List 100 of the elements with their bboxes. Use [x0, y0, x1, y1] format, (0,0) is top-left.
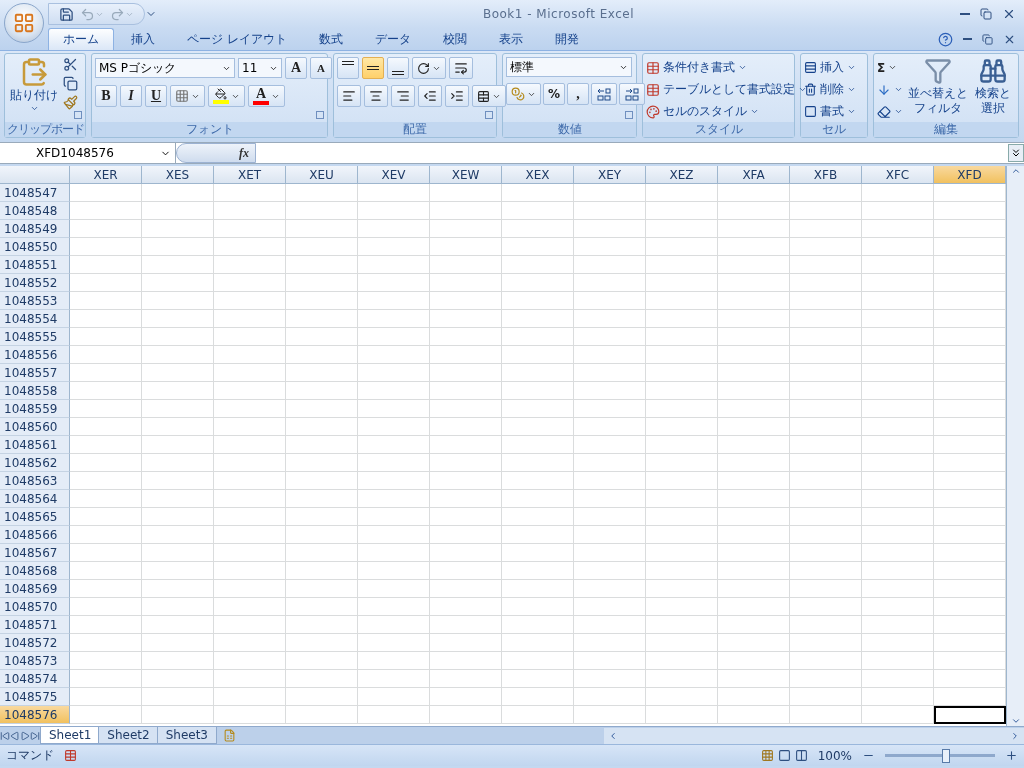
sheet-cell[interactable]: [790, 418, 862, 436]
save-button[interactable]: [59, 6, 74, 22]
sheet-cell[interactable]: [574, 526, 646, 544]
sheet-cell[interactable]: [862, 328, 934, 346]
sheet-cell[interactable]: [862, 274, 934, 292]
sheet-cell[interactable]: [142, 634, 214, 652]
ribbon-tab[interactable]: データ: [359, 28, 426, 50]
row-header[interactable]: 1048554: [0, 310, 70, 328]
sheet-cell[interactable]: [502, 688, 574, 706]
column-header[interactable]: XEX: [502, 166, 574, 184]
sheet-cell[interactable]: [214, 382, 286, 400]
insert-sheet-button[interactable]: [223, 729, 236, 742]
sheet-tab[interactable]: Sheet1: [40, 727, 101, 744]
sheet-cell[interactable]: [718, 364, 790, 382]
sheet-cell[interactable]: [214, 292, 286, 310]
sheet-cell[interactable]: [358, 544, 430, 562]
sheet-cell[interactable]: [70, 634, 142, 652]
sheet-cell[interactable]: [70, 256, 142, 274]
sheet-cell[interactable]: [70, 670, 142, 688]
sheet-cell[interactable]: [862, 436, 934, 454]
sheet-cell[interactable]: [574, 616, 646, 634]
sheet-cell[interactable]: [214, 346, 286, 364]
sheet-cell[interactable]: [862, 220, 934, 238]
sheet-cell[interactable]: [142, 328, 214, 346]
sheet-cell[interactable]: [430, 472, 502, 490]
sheet-cell[interactable]: [214, 220, 286, 238]
sheet-cell[interactable]: [70, 688, 142, 706]
sheet-cell[interactable]: [574, 418, 646, 436]
sheet-cell[interactable]: [430, 400, 502, 418]
font-name-field[interactable]: MS Pゴシック: [95, 58, 235, 78]
style-menu-button[interactable]: 条件付き書式: [646, 57, 807, 78]
sheet-cell[interactable]: [142, 688, 214, 706]
sheet-cell[interactable]: [358, 652, 430, 670]
cells-menu-button[interactable]: 挿入: [804, 57, 856, 78]
sheet-cell[interactable]: [358, 220, 430, 238]
sheet-cell[interactable]: [142, 436, 214, 454]
sheet-cell[interactable]: [286, 526, 358, 544]
row-header[interactable]: 1048552: [0, 274, 70, 292]
sheet-cell[interactable]: [358, 418, 430, 436]
last-sheet-button[interactable]: [30, 730, 40, 741]
sheet-cell[interactable]: [358, 580, 430, 598]
sheet-cell[interactable]: [214, 670, 286, 688]
sheet-cell[interactable]: [430, 598, 502, 616]
sheet-cell[interactable]: [286, 634, 358, 652]
paste-button[interactable]: 貼り付け: [8, 57, 60, 122]
sheet-cell[interactable]: [142, 652, 214, 670]
column-header[interactable]: XFD: [934, 166, 1006, 184]
sheet-cell[interactable]: [142, 382, 214, 400]
sheet-cell[interactable]: [502, 310, 574, 328]
sheet-cell[interactable]: [502, 202, 574, 220]
sheet-cell[interactable]: [646, 202, 718, 220]
sheet-cell[interactable]: [862, 616, 934, 634]
sheet-cell[interactable]: [430, 688, 502, 706]
sheet-cell[interactable]: [790, 652, 862, 670]
sheet-cell[interactable]: [358, 364, 430, 382]
sheet-cell[interactable]: [430, 670, 502, 688]
macro-record-button[interactable]: [64, 749, 77, 762]
sheet-tab[interactable]: Sheet2: [98, 727, 159, 744]
sheet-cell[interactable]: [646, 364, 718, 382]
sheet-cell[interactable]: [142, 526, 214, 544]
sheet-cell[interactable]: [718, 238, 790, 256]
sheet-cell[interactable]: [358, 508, 430, 526]
font-color-button[interactable]: A: [248, 85, 285, 107]
row-header[interactable]: 1048576: [0, 706, 70, 724]
sort-filter-button[interactable]: 並べ替えと フィルタ: [906, 57, 970, 122]
column-header[interactable]: XFC: [862, 166, 934, 184]
sheet-cell[interactable]: [286, 364, 358, 382]
sheet-cell[interactable]: [214, 706, 286, 724]
sheet-cell[interactable]: [430, 310, 502, 328]
row-header[interactable]: 1048548: [0, 202, 70, 220]
sheet-cell[interactable]: [718, 310, 790, 328]
column-header[interactable]: XER: [70, 166, 142, 184]
sheet-cell[interactable]: [646, 688, 718, 706]
expand-formula-button[interactable]: [1008, 144, 1024, 162]
grow-font-button[interactable]: A: [285, 57, 307, 79]
row-header[interactable]: 1048561: [0, 436, 70, 454]
restore-button[interactable]: [980, 7, 992, 21]
sheet-cell[interactable]: [646, 292, 718, 310]
sheet-cell[interactable]: [286, 274, 358, 292]
sheet-cell[interactable]: [286, 436, 358, 454]
sheet-cell[interactable]: [142, 310, 214, 328]
sheet-cell[interactable]: [214, 544, 286, 562]
sheet-cell[interactable]: [286, 346, 358, 364]
sheet-cell[interactable]: [70, 580, 142, 598]
sheet-cell[interactable]: [646, 454, 718, 472]
sheet-cell[interactable]: [646, 220, 718, 238]
sheet-cell[interactable]: [862, 400, 934, 418]
sheet-cell[interactable]: [646, 256, 718, 274]
sheet-cell[interactable]: [430, 544, 502, 562]
comma-button[interactable]: ,: [567, 83, 590, 105]
sheet-cell[interactable]: [718, 472, 790, 490]
sheet-cell[interactable]: [790, 184, 862, 202]
sheet-cell[interactable]: [502, 472, 574, 490]
sheet-cell[interactable]: [646, 652, 718, 670]
row-header[interactable]: 1048573: [0, 652, 70, 670]
row-header[interactable]: 1048562: [0, 454, 70, 472]
sheet-cell[interactable]: [286, 418, 358, 436]
sheet-cell[interactable]: [358, 454, 430, 472]
sheet-cell[interactable]: [646, 382, 718, 400]
cut-button[interactable]: [63, 57, 78, 72]
